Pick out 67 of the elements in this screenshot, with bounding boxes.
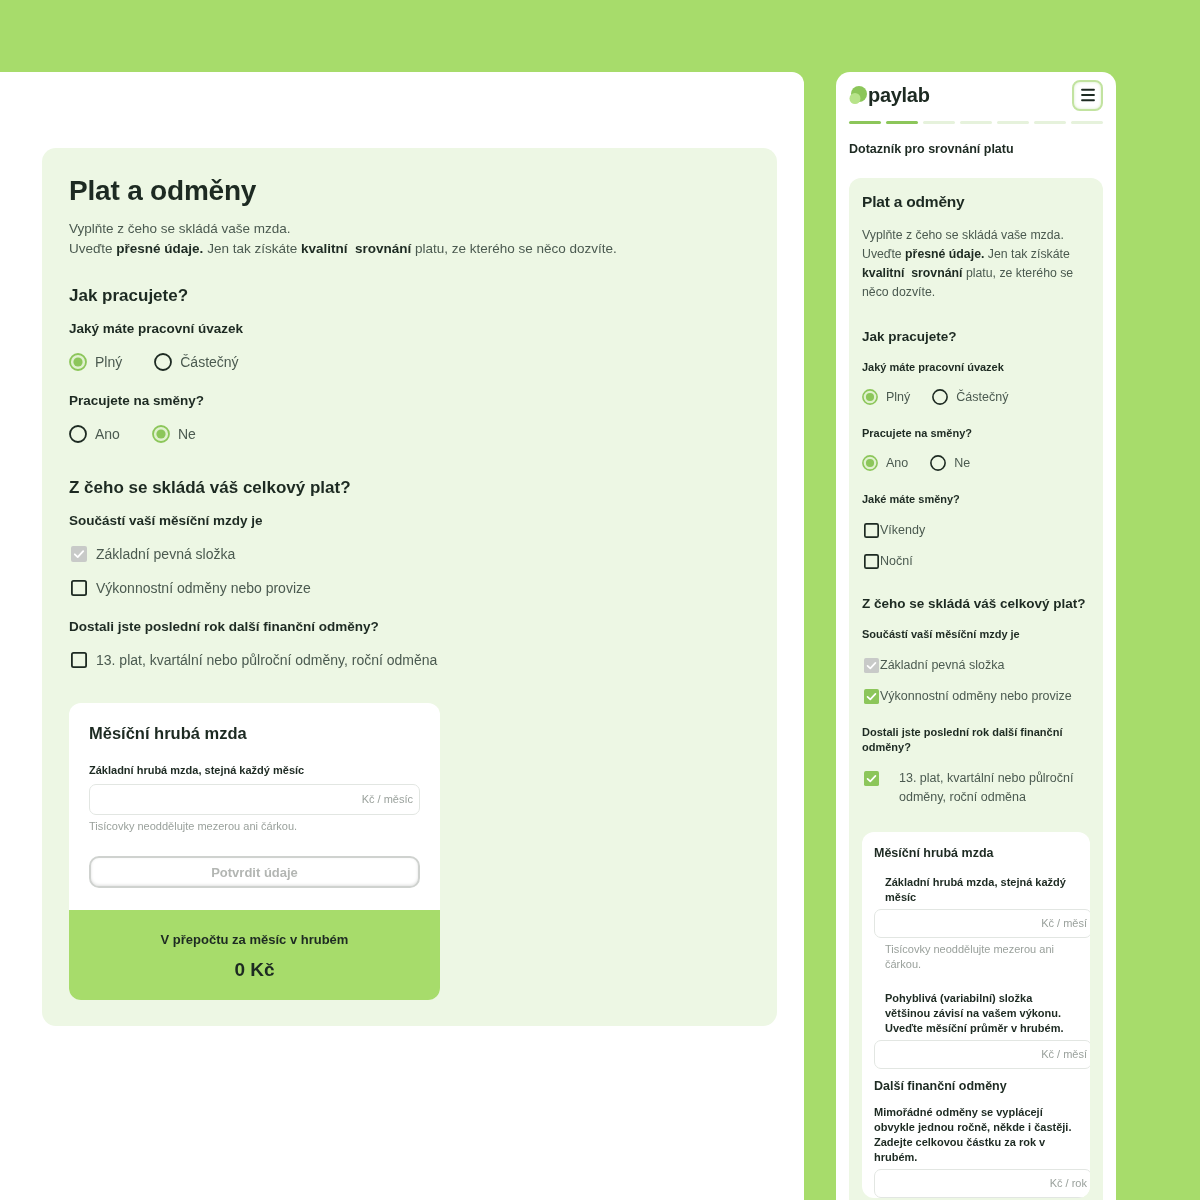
checkbox-option[interactable]: 13. plat, kvartální nebo půlroční odměny, roční odměna [862,769,1090,807]
radio-icon[interactable] [862,455,878,471]
radio-option[interactable]: Ano [69,424,120,444]
unit-label: Kč / rok [1049,1177,1087,1190]
checkbox-option[interactable]: Víkendy [862,521,1090,539]
logo-text: paylab [868,83,930,107]
card-title: Další finanční odměny [874,1078,1008,1094]
intro-text: Vyplňte z čeho se skládá vaše mzda. [862,227,1065,244]
checkbox-icon[interactable] [864,522,879,538]
checkbox-option[interactable]: Výkonnostní odměny nebo provize [69,578,750,598]
checkbox-icon[interactable] [71,652,87,668]
field-label: Základní hrubá mzda, stejná každý měsíc [89,763,306,778]
radio-option[interactable]: Částečný [932,388,1009,406]
section-heading: Z čeho se skládá váš celkový plat? [69,477,352,499]
unit-label: Kč / měsí [1041,1048,1087,1061]
question-label: Dostali jste poslední rok další finanční odměny? [862,725,1064,755]
question-label: Dostali jste poslední rok další finanční odměny? [69,618,380,636]
radio-icon[interactable] [154,353,173,371]
unit-label: Kč / měsí [1041,917,1087,930]
radio-icon[interactable] [932,389,949,405]
form-title: Plat a odměny [69,174,258,208]
summary-label: V přepočtu za měsíc v hrubém [160,931,349,948]
question-label: Jaké máte směny? [862,492,961,507]
card-title: Měsíční hrubá mzda [874,845,995,861]
section-heading: Jak pracujete? [862,328,958,346]
question-label: Součástí vaší měsíční mzdy je [69,512,264,530]
radio-option[interactable]: Ne [151,424,196,444]
menu-icon [1078,86,1097,104]
field-label: Pohyblivá (variabilní) složka většinou závisí na vašem výkonu. Uveďte měsíční průměr v hrubém. [884,991,1065,1036]
radio-icon[interactable] [862,389,878,405]
intro-text: Uveďte přesné údaje. Jen tak získáte kvalitní srovnání platu, ze kterého se něco dozvíte. [862,246,1075,301]
hint-text: Tisícovky neoddělujte mezerou ani čárkou. [884,942,1055,972]
checkbox-icon[interactable] [864,553,879,569]
radio-option[interactable]: Plný [862,388,911,406]
radio-icon[interactable] [69,353,87,371]
hint-text: Tisícovky neoddělujte mezerou ani čárkou. [89,819,299,834]
intro-text: Uveďte přesné údaje. Jen tak získáte kvalitní srovnání platu, ze kterého se něco dozvíte. [69,240,618,258]
page-subtitle: Dotazník pro srovnání platu [849,141,1015,157]
intro-text: Vyplňte z čeho se skládá vaše mzda. [69,220,292,238]
card-title: Měsíční hrubá mzda [89,723,248,743]
question-label: Pracujete na směny? [862,426,974,441]
unit-label: Kč / měsíc [361,793,413,806]
radio-option[interactable]: Ne [930,454,971,472]
question-label: Jaký máte pracovní úvazek [69,320,245,338]
field-label: Základní hrubá mzda, stejná každý měsíc [884,875,1067,905]
radio-option[interactable]: Částečný [154,352,239,372]
checkbox-option[interactable]: Noční [862,552,1090,570]
radio-option[interactable]: Ano [862,454,909,472]
summary-value: 0 Kč [234,958,275,981]
menu-button[interactable] [1072,79,1103,111]
radio-option[interactable]: Plný [69,352,123,372]
section-heading: Z čeho se skládá váš celkový plat? [862,595,1087,613]
question-label: Součástí vaší měsíční mzdy je [862,627,1021,642]
checkbox-icon[interactable] [864,688,879,704]
section-heading: Jak pracujete? [69,285,190,307]
radio-icon[interactable] [151,425,170,443]
radio-icon[interactable] [930,455,947,471]
checkbox-icon[interactable] [71,580,87,596]
checkbox-icon[interactable] [864,771,879,786]
question-label: Jaký máte pracovní úvazek [862,360,1005,375]
checkbox-option[interactable]: 13. plat, kvartální nebo půlroční odměny, roční odměna [69,650,750,670]
form-title: Plat a odměny [862,192,966,212]
field-label: Mimořádné odměny se vyplácejí obvykle jednou ročně, někde i častěji. Zadejte celkovou částku za rok v hrubém. [874,1105,1073,1165]
question-label: Pracujete na směny? [69,392,206,410]
radio-icon[interactable] [69,425,87,443]
checkbox-option[interactable]: Výkonnostní odměny nebo provize [862,687,1090,705]
logo-mark-icon [849,86,867,104]
